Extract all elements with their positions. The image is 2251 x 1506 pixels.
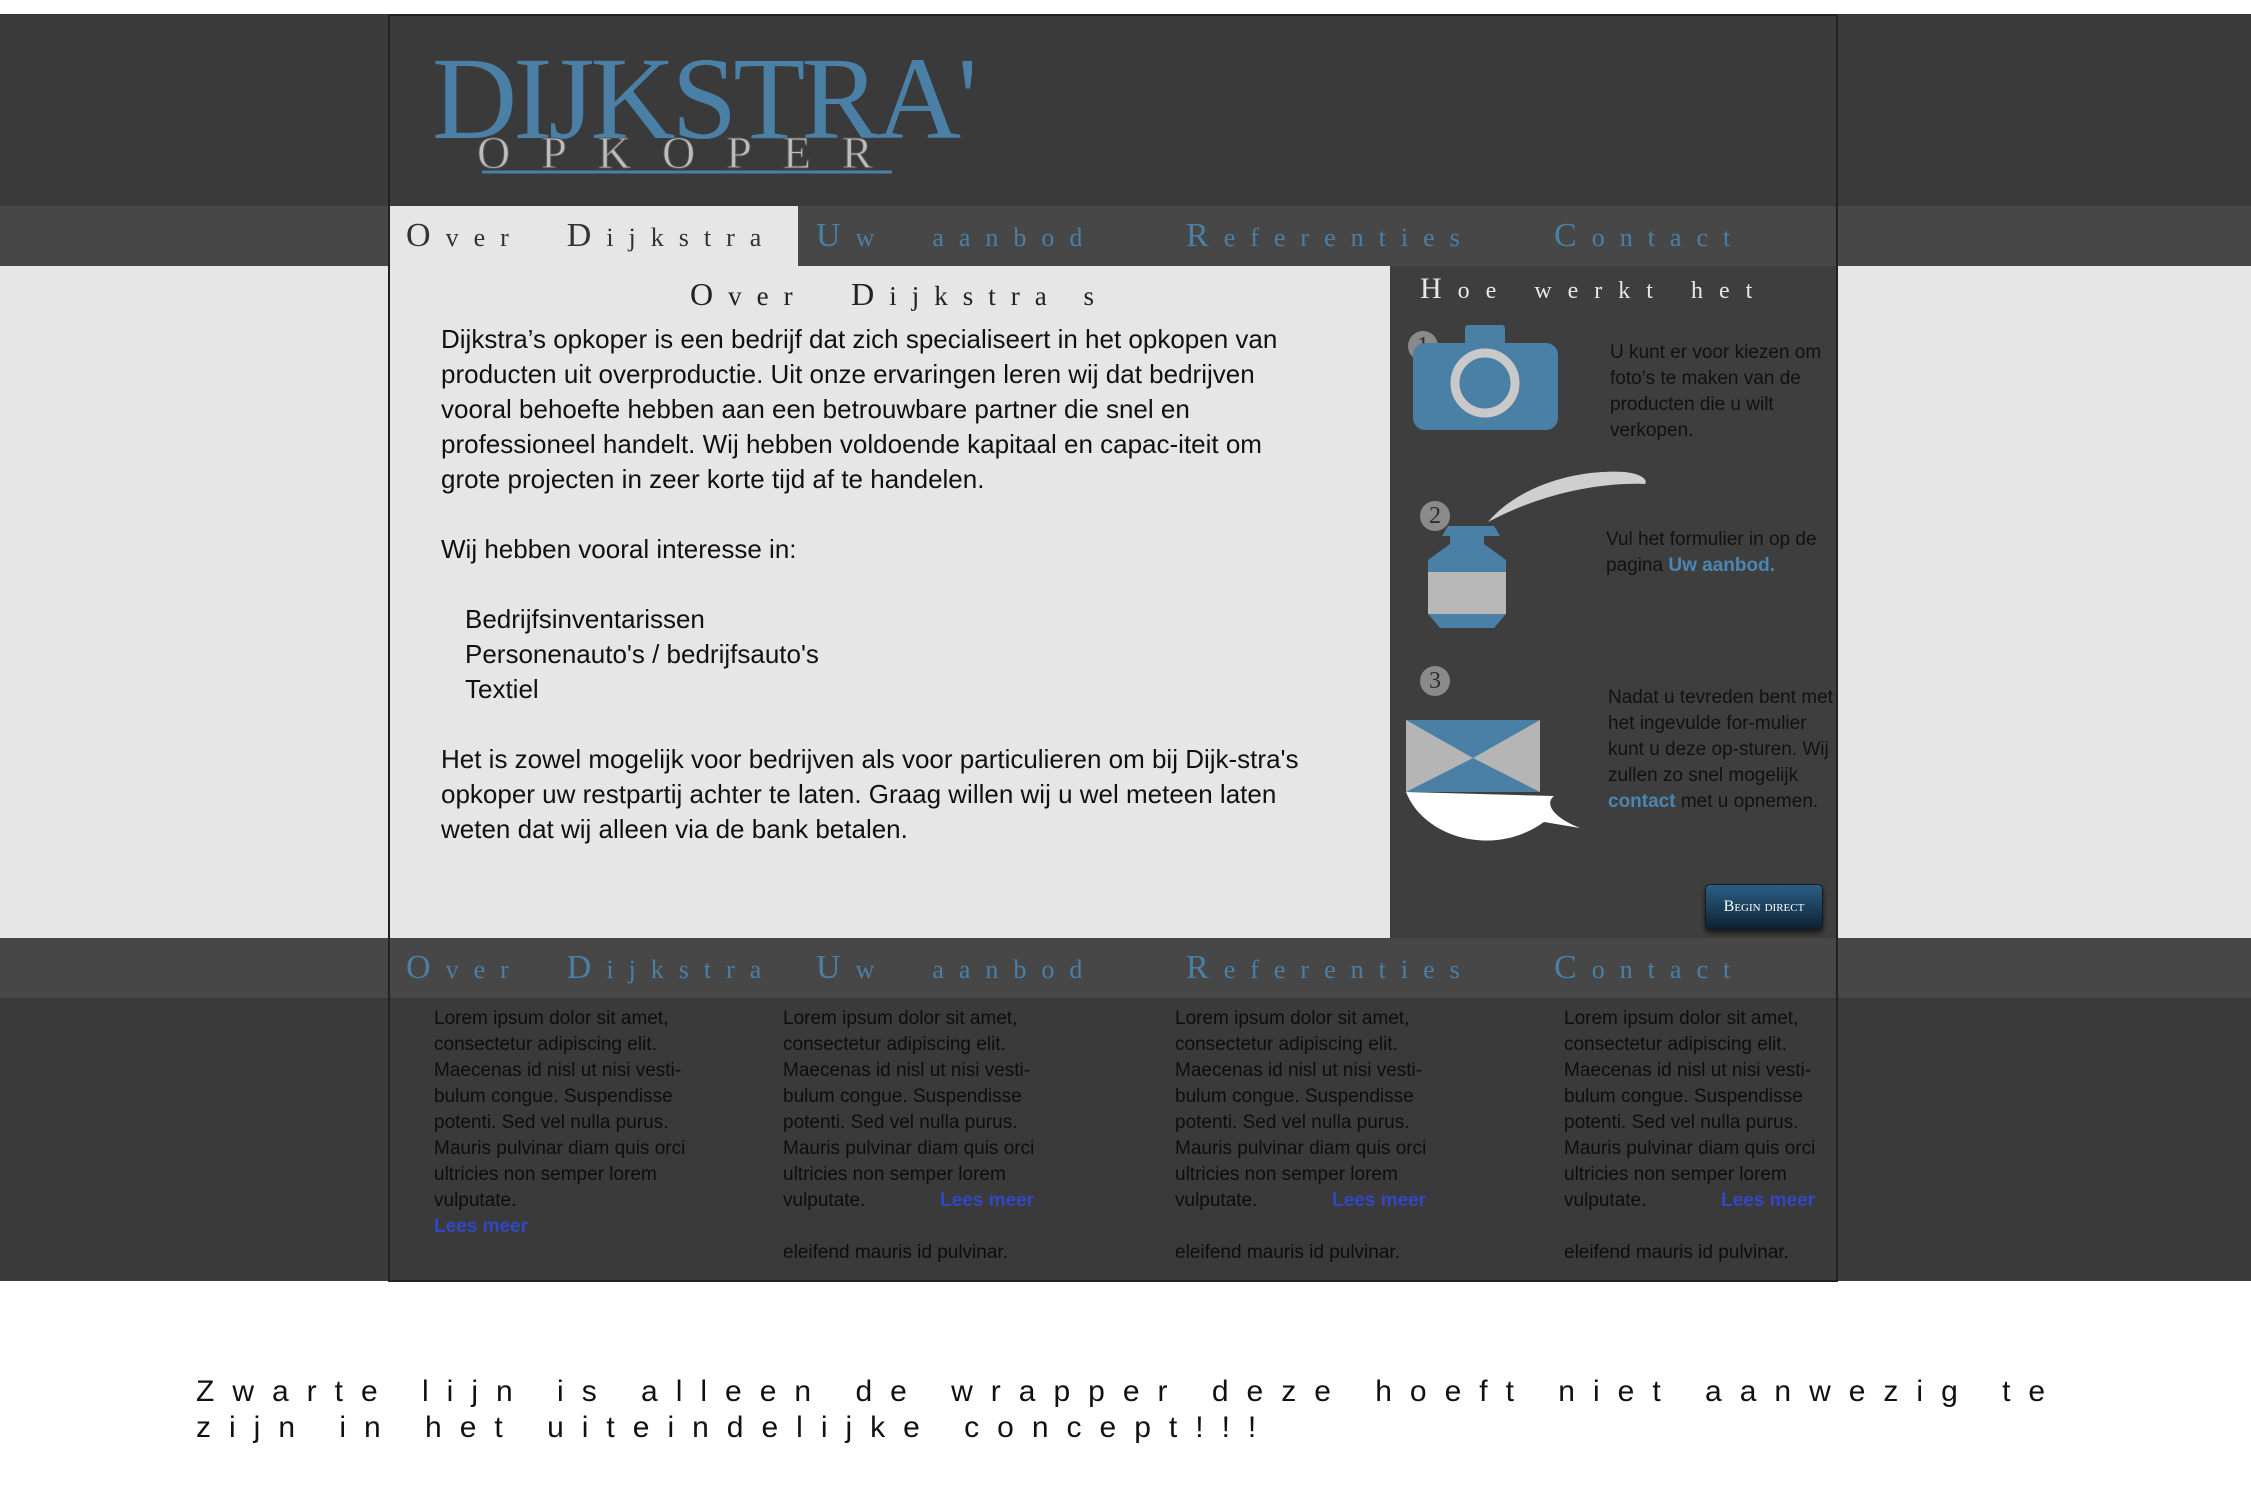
- uw-aanbod-link[interactable]: Uw aanbod.: [1668, 555, 1775, 576]
- nav-label-initial: R: [1186, 949, 1224, 986]
- footer-nav-item-referenties[interactable]: Referenties: [1186, 938, 1475, 998]
- footer-extra-text: eleifend mauris id pulvinar.: [783, 1242, 1008, 1263]
- footer-text: Lorem ipsum dolor sit amet, consectetur …: [1564, 1008, 1816, 1211]
- footer-extra-text: eleifend mauris id pulvinar.: [1175, 1242, 1400, 1263]
- interest-list: Bedrijfsinventarissen Personenauto's / b…: [465, 602, 1321, 707]
- nav-label-initial: U: [816, 217, 856, 254]
- nav-label-initial: C: [1554, 217, 1592, 254]
- nav-label: ijkstra: [606, 955, 777, 984]
- list-item: Bedrijfsinventarissen: [465, 604, 705, 634]
- nav-label: ijkstra: [606, 223, 777, 252]
- wrapper-note: Zwarte lijn is alleen de wrapper deze ho…: [196, 1375, 2064, 1444]
- nav-item-over-dijkstra[interactable]: Over Dijkstra: [390, 206, 798, 266]
- lees-meer-link[interactable]: Lees meer: [1332, 1188, 1426, 1214]
- footer-column: Lorem ipsum dolor sit amet, consectetur …: [434, 1006, 724, 1240]
- nav-item-uw-aanbod[interactable]: Uw aanbod: [816, 206, 1097, 266]
- step-2-text: Vul het formulier in op de pagina Uw aan…: [1606, 527, 1838, 579]
- title-text: ijkstra: [889, 281, 1062, 311]
- footer-column: Lorem ipsum dolor sit amet, consectetur …: [1175, 1006, 1465, 1266]
- sidebar-title-initial: H: [1420, 272, 1458, 305]
- footer-nav-item-contact[interactable]: Contact: [1554, 938, 1745, 998]
- intro-paragraph: Dijkstra’s opkoper is een bedrijf dat zi…: [441, 324, 1278, 494]
- main-nav: Over Dijkstra Uw aanbod Referenties Cont…: [390, 206, 1838, 266]
- camera-icon: [1413, 325, 1558, 430]
- nav-label: aanbod: [932, 955, 1098, 984]
- nav-item-contact[interactable]: Contact: [1554, 206, 1745, 266]
- footer-extra-text: eleifend mauris id pulvinar.: [1564, 1242, 1789, 1263]
- footer-text: Lorem ipsum dolor sit amet, consectetur …: [1175, 1008, 1427, 1211]
- title-text: ver: [728, 281, 808, 311]
- footer-text: Lorem ipsum dolor sit amet, consectetur …: [783, 1008, 1035, 1211]
- lees-meer-link[interactable]: Lees meer: [434, 1214, 724, 1240]
- nav-label-initial: D: [566, 949, 607, 986]
- nav-label: w: [855, 955, 890, 984]
- step-number: 3: [1420, 666, 1450, 696]
- nav-label: ontact: [1591, 223, 1746, 252]
- lees-meer-link[interactable]: Lees meer: [1721, 1188, 1815, 1214]
- step-3-text-end: met u opnemen.: [1675, 791, 1819, 812]
- payment-paragraph: Het is zowel mogelijk voor bedrijven als…: [441, 744, 1299, 844]
- footer-column: Lorem ipsum dolor sit amet, consectetur …: [783, 1006, 1073, 1266]
- nav-label-initial: O: [406, 949, 446, 986]
- page-title: Over Dijkstra s: [690, 276, 1109, 313]
- nav-label: aanbod: [932, 223, 1098, 252]
- footer-column: Lorem ipsum dolor sit amet, consectetur …: [1564, 1006, 1854, 1266]
- step-3-text-body: Nadat u tevreden bent met het ingevulde …: [1608, 687, 1833, 786]
- nav-label: eferenties: [1223, 955, 1475, 984]
- nav-label: ver: [445, 223, 524, 252]
- nav-label: w: [855, 223, 890, 252]
- intro-text: Dijkstra’s opkoper is een bedrijf dat zi…: [441, 322, 1321, 882]
- title-initial: O: [690, 276, 729, 312]
- lees-meer-link[interactable]: Lees meer: [940, 1188, 1034, 1214]
- nav-label-initial: D: [566, 217, 607, 254]
- footer-nav-item-over-dijkstra[interactable]: Over Dijkstra: [406, 938, 776, 998]
- list-item: Personenauto's / bedrijfsauto's: [465, 639, 819, 669]
- step-3-text: Nadat u tevreden bent met het ingevulde …: [1608, 685, 1838, 815]
- nav-label-initial: O: [406, 217, 446, 254]
- contact-link[interactable]: contact: [1608, 791, 1676, 812]
- list-item: Textiel: [465, 674, 539, 704]
- begin-direct-button[interactable]: Begin direct: [1705, 884, 1823, 930]
- nav-label-initial: R: [1186, 217, 1224, 254]
- nav-label: eferenties: [1223, 223, 1475, 252]
- footer-text: Lorem ipsum dolor sit amet, consectetur …: [434, 1008, 686, 1211]
- nav-label: ontact: [1591, 955, 1746, 984]
- interest-intro: Wij hebben vooral interesse in:: [441, 534, 797, 564]
- nav-label-initial: C: [1554, 949, 1592, 986]
- envelope-icon: [1404, 718, 1582, 848]
- sidebar-title-text: oe werkt het: [1457, 278, 1769, 304]
- footer-nav: Over Dijkstra Uw aanbod Referenties Cont…: [390, 938, 1838, 998]
- nav-item-referenties[interactable]: Referenties: [1186, 206, 1475, 266]
- step-1-text: U kunt er voor kiezen om foto’s te maken…: [1610, 342, 1822, 441]
- nav-label: ver: [445, 955, 524, 984]
- title-text: s: [1083, 281, 1109, 311]
- sidebar-title: Hoe werkt het: [1420, 272, 1768, 306]
- nav-label-initial: U: [816, 949, 856, 986]
- footer-nav-item-uw-aanbod[interactable]: Uw aanbod: [816, 938, 1097, 998]
- title-initial: D: [851, 276, 890, 312]
